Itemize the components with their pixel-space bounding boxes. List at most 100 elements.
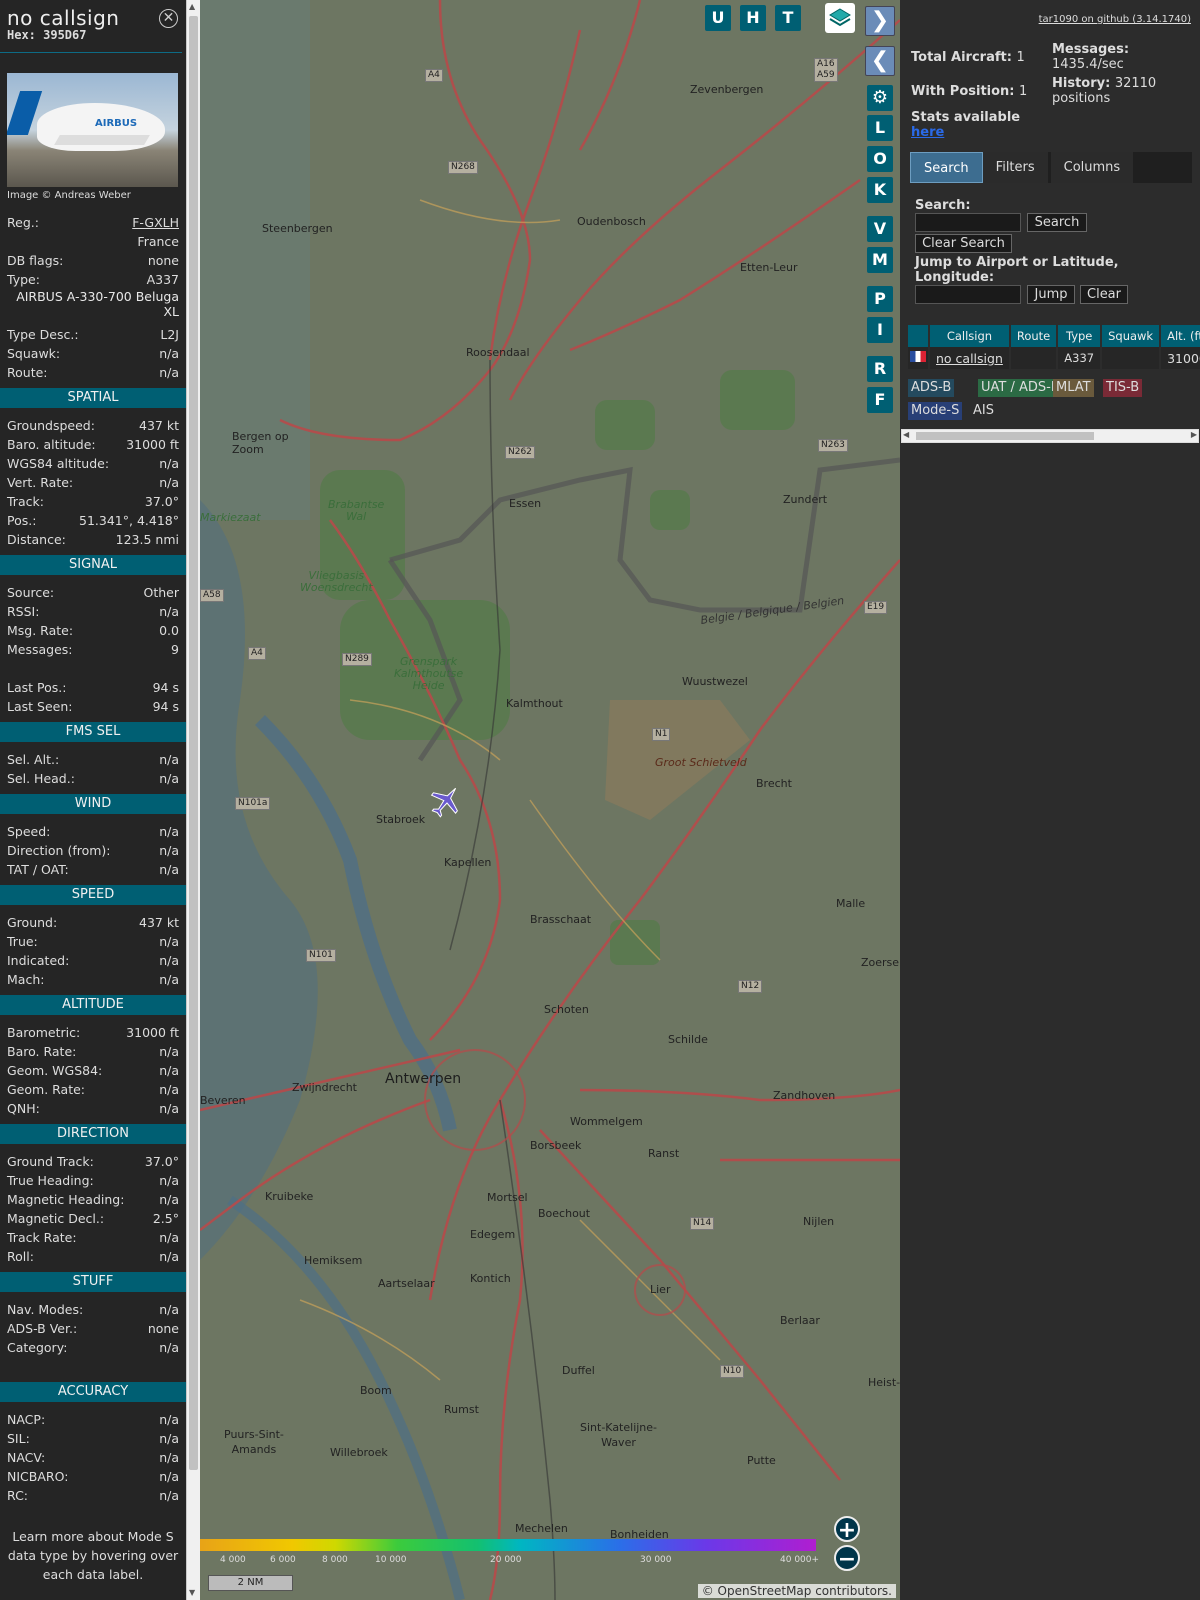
info-row-label: Ground: bbox=[7, 915, 58, 930]
section-rows: Ground Track: 37.0° True Heading: n/a Magnet… bbox=[0, 1152, 186, 1266]
col-flag[interactable] bbox=[908, 325, 930, 347]
row-callsign[interactable]: no callsign bbox=[929, 347, 1011, 369]
map-button-l[interactable]: L bbox=[867, 115, 893, 141]
info-row-label: Barometric: bbox=[7, 1025, 81, 1040]
info-row: Reg.: F-GXLH bbox=[7, 213, 179, 232]
clear-button[interactable]: Clear bbox=[1080, 285, 1128, 304]
aircraft-info-sidebar: no callsign Hex: 395D67 ✕ AIRBUS Image ©… bbox=[0, 0, 186, 1600]
town-essen: Essen bbox=[509, 497, 542, 510]
info-row-value[interactable]: F-GXLH bbox=[132, 213, 179, 232]
info-row: Vert. Rate: n/a bbox=[7, 473, 179, 492]
close-icon[interactable]: ✕ bbox=[159, 9, 178, 28]
town-edegem: Edegem bbox=[470, 1228, 516, 1241]
map-button-f[interactable]: F bbox=[867, 387, 893, 413]
col-type[interactable]: Type bbox=[1057, 325, 1103, 347]
info-row-value: n/a bbox=[159, 1488, 179, 1503]
france-flag-icon bbox=[910, 351, 926, 362]
legend-chip-tis-b: TIS-B bbox=[1103, 379, 1143, 397]
map-button-u[interactable]: U bbox=[705, 5, 731, 31]
table-horizontal-scrollbar[interactable]: ◀ ▶ bbox=[901, 429, 1199, 443]
road-n1: N1 bbox=[652, 728, 671, 741]
collapse-left-button[interactable]: ❮ bbox=[865, 46, 895, 76]
col-route[interactable]: Route bbox=[1009, 325, 1059, 347]
info-row-label: True: bbox=[7, 934, 38, 949]
info-row-label: Direction (from): bbox=[7, 843, 111, 858]
stats-link[interactable]: here bbox=[911, 125, 1020, 140]
row-alt: 31000 bbox=[1160, 347, 1200, 369]
scroll-up-icon[interactable]: ▲ bbox=[189, 2, 195, 11]
town-kruibeke: Kruibeke bbox=[265, 1190, 314, 1203]
info-row-label: TAT / OAT: bbox=[7, 862, 69, 877]
map-button-t[interactable]: T bbox=[775, 5, 801, 31]
jump-input[interactable] bbox=[915, 285, 1021, 304]
github-link[interactable]: tar1090 on github (3.14.1740) bbox=[1039, 14, 1191, 25]
info-row: Sel. Head.: n/a bbox=[7, 769, 179, 788]
altitude-tick-label: 8 000 bbox=[322, 1555, 348, 1565]
town-etten-leur: Etten-Leur bbox=[740, 261, 798, 274]
hscroll-thumb[interactable] bbox=[916, 432, 1094, 440]
scrollbar-thumb[interactable] bbox=[189, 16, 198, 1470]
col-callsign[interactable]: Callsign bbox=[929, 325, 1011, 347]
scroll-right-icon[interactable]: ▶ bbox=[1191, 430, 1197, 439]
col-alt[interactable]: Alt. (ft) bbox=[1160, 325, 1200, 347]
town-stabroek: Stabroek bbox=[376, 813, 426, 826]
map-button-p[interactable]: P bbox=[867, 286, 893, 312]
tab-search[interactable]: Search bbox=[910, 152, 983, 183]
altitude-tick-label: 20 000 bbox=[490, 1555, 522, 1565]
info-row: Msg. Rate: 0.0 bbox=[7, 621, 179, 640]
sidebar-header: no callsign Hex: 395D67 ✕ bbox=[0, 0, 182, 53]
info-row-value: n/a bbox=[159, 771, 179, 786]
map-attribution[interactable]: © OpenStreetMap contributors. bbox=[697, 1584, 896, 1598]
info-row-value: n/a bbox=[159, 934, 179, 949]
map-button-m[interactable]: M bbox=[867, 247, 893, 273]
search-label: Search: bbox=[915, 198, 971, 213]
tab-filters[interactable]: Filters bbox=[982, 152, 1051, 183]
info-row-label: Messages: bbox=[7, 642, 73, 657]
map-view[interactable]: Zevenbergen Oudenbosch Etten-Leur Steenb… bbox=[200, 0, 900, 1600]
aircraft-photo[interactable]: AIRBUS bbox=[7, 73, 178, 187]
collapse-right-button[interactable]: ❯ bbox=[865, 6, 895, 36]
town-duffel: Duffel bbox=[562, 1364, 595, 1377]
map-button-i[interactable]: I bbox=[867, 317, 893, 343]
info-row: Pos.: 51.341°, 4.418° bbox=[7, 511, 179, 530]
stats-available: Stats available here bbox=[911, 110, 1020, 140]
info-row-value: n/a bbox=[159, 752, 179, 767]
col-squawk[interactable]: Squawk bbox=[1101, 325, 1162, 347]
map-button-o[interactable]: O bbox=[867, 146, 893, 172]
search-button[interactable]: Search bbox=[1027, 213, 1087, 232]
table-row[interactable]: no callsign A337 31000 bbox=[908, 347, 1200, 369]
scroll-left-icon[interactable]: ◀ bbox=[903, 430, 909, 439]
road-n12: N12 bbox=[738, 980, 763, 993]
total-aircraft-value: 1 bbox=[1016, 50, 1025, 65]
map-button-r[interactable]: R bbox=[867, 356, 893, 382]
sidebar-scrollbar[interactable]: ▲ ▼ bbox=[186, 0, 200, 1600]
info-row: True Heading: n/a bbox=[7, 1171, 179, 1190]
town-ranst: Ranst bbox=[648, 1147, 680, 1160]
jump-button[interactable]: Jump bbox=[1027, 285, 1075, 304]
zoom-in-button[interactable]: + bbox=[834, 1516, 860, 1543]
map-button-v[interactable]: V bbox=[867, 216, 893, 242]
map-button-h[interactable]: H bbox=[740, 5, 766, 31]
search-input[interactable] bbox=[915, 213, 1021, 232]
aircraft-table: Callsign Route Type Squawk Alt. (ft) S n… bbox=[908, 325, 1200, 369]
info-row-value: n/a bbox=[159, 365, 179, 380]
info-row-label: Type: bbox=[7, 272, 40, 287]
settings-button[interactable]: ⚙ bbox=[867, 85, 893, 111]
info-row-label: Reg.: bbox=[7, 215, 39, 230]
tab-columns[interactable]: Columns bbox=[1050, 152, 1137, 183]
section-header-signal: SIGNAL bbox=[0, 555, 186, 575]
scroll-down-icon[interactable]: ▼ bbox=[189, 1588, 195, 1597]
sidebar-footer: Learn more about Mode S data type by hov… bbox=[7, 1529, 179, 1582]
clear-search-button[interactable]: Clear Search bbox=[915, 234, 1012, 253]
layers-button[interactable] bbox=[825, 3, 855, 33]
info-row-value: 437 kt bbox=[139, 418, 179, 433]
info-row-label: Last Seen: bbox=[7, 699, 73, 714]
info-row: Nav. Modes: n/a bbox=[7, 1300, 179, 1319]
map-button-k[interactable]: K bbox=[867, 177, 893, 203]
altitude-tick-label: 40 000+ bbox=[780, 1555, 820, 1565]
zoom-out-button[interactable]: − bbox=[834, 1545, 860, 1572]
aircraft-marker-icon[interactable] bbox=[428, 783, 464, 819]
altitude-color-bar bbox=[200, 1539, 816, 1551]
info-row-value: n/a bbox=[159, 843, 179, 858]
info-row-value: 37.0° bbox=[144, 1154, 179, 1169]
